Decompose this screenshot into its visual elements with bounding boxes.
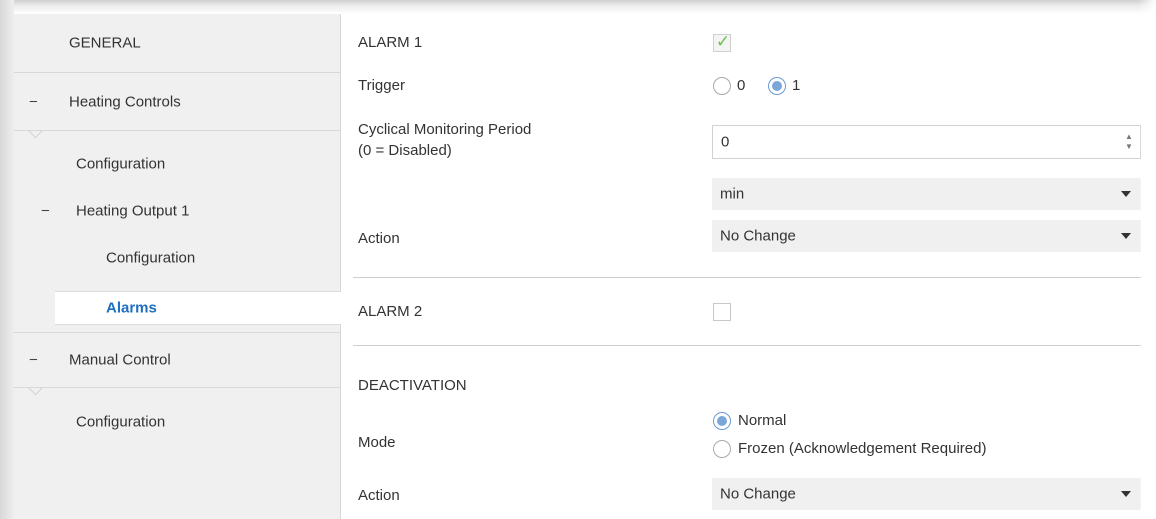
alarm2-label: ALARM 2 bbox=[358, 303, 423, 320]
sidebar: GENERAL − Heating Controls Configuration… bbox=[14, 14, 341, 519]
trigger-option-0-label: 0 bbox=[737, 77, 746, 94]
trigger-radio-1[interactable] bbox=[768, 77, 786, 95]
alarm1-action-select[interactable]: No Change bbox=[712, 220, 1141, 252]
alarm1-action-value: No Change bbox=[720, 227, 796, 245]
chevron-down-icon bbox=[1121, 191, 1131, 197]
trigger-radio-0[interactable] bbox=[713, 77, 731, 95]
deactivation-action-select[interactable]: No Change bbox=[712, 478, 1141, 510]
alarm1-label: ALARM 1 bbox=[358, 34, 423, 51]
collapse-icon[interactable]: − bbox=[29, 352, 38, 369]
chevron-down-icon bbox=[1121, 491, 1131, 497]
sidebar-item-alarms[interactable]: Alarms bbox=[55, 291, 341, 325]
mode-radio-normal[interactable] bbox=[713, 412, 731, 430]
sidebar-item-heating-controls-configuration[interactable]: Configuration bbox=[14, 138, 340, 190]
alarm1-action-label: Action bbox=[358, 230, 400, 247]
window-right-edge bbox=[1138, 0, 1156, 519]
sidebar-item-label: Configuration bbox=[106, 249, 196, 267]
chevron-down-icon bbox=[1121, 233, 1131, 239]
trigger-option-1-label: 1 bbox=[792, 77, 801, 94]
period-input[interactable]: 0 ▲ ▼ bbox=[712, 125, 1141, 159]
sidebar-item-label: Manual Control bbox=[69, 351, 171, 369]
sidebar-item-label: GENERAL bbox=[69, 34, 141, 52]
sidebar-item-general[interactable]: GENERAL bbox=[14, 14, 340, 72]
divider bbox=[14, 387, 340, 388]
checkmark-icon: ✓ bbox=[715, 32, 731, 51]
spinner-arrows-icon[interactable]: ▲ ▼ bbox=[1124, 132, 1134, 152]
collapse-icon[interactable]: − bbox=[41, 203, 50, 220]
window-left-edge bbox=[0, 0, 14, 519]
mode-label: Mode bbox=[358, 434, 396, 451]
collapse-icon[interactable]: − bbox=[29, 93, 38, 110]
period-label: Cyclical Monitoring Period bbox=[358, 121, 532, 138]
mode-radio-frozen[interactable] bbox=[713, 440, 731, 458]
alarm2-checkbox[interactable] bbox=[713, 303, 731, 321]
period-value: 0 bbox=[721, 133, 730, 151]
period-sublabel: (0 = Disabled) bbox=[358, 142, 452, 159]
period-unit-value: min bbox=[720, 185, 745, 203]
trigger-label: Trigger bbox=[358, 77, 405, 94]
alarm1-checkbox[interactable]: ✓ bbox=[713, 32, 731, 52]
deactivation-action-value: No Change bbox=[720, 485, 796, 503]
sidebar-item-label: Heating Output 1 bbox=[76, 202, 190, 220]
parameters-panel: ALARM 1 ✓ Trigger 0 1 Cyclical Monitorin… bbox=[341, 14, 1141, 519]
sidebar-item-label: Heating Controls bbox=[69, 93, 181, 110]
sidebar-item-heating-output-configuration[interactable]: Configuration bbox=[14, 232, 340, 284]
section-divider bbox=[353, 277, 1141, 278]
period-unit-select[interactable]: min bbox=[712, 178, 1141, 210]
parameter-window: GENERAL − Heating Controls Configuration… bbox=[0, 0, 1156, 519]
divider bbox=[14, 130, 340, 131]
deactivation-title: DEACTIVATION bbox=[358, 377, 467, 394]
section-divider bbox=[353, 345, 1141, 346]
sidebar-item-label: Configuration bbox=[76, 413, 166, 431]
window-top-shadow bbox=[0, 0, 1156, 14]
sidebar-item-label: Alarms bbox=[106, 299, 157, 317]
deactivation-action-label: Action bbox=[358, 487, 400, 504]
sidebar-item-heating-output-1[interactable]: − Heating Output 1 bbox=[14, 190, 340, 232]
sidebar-item-heating-controls[interactable]: − Heating Controls bbox=[14, 73, 340, 130]
sidebar-item-label: Configuration bbox=[76, 155, 166, 173]
sidebar-item-manual-control[interactable]: − Manual Control bbox=[14, 333, 340, 387]
mode-option-frozen-label: Frozen (Acknowledgement Required) bbox=[738, 440, 987, 457]
sidebar-item-manual-control-configuration[interactable]: Configuration bbox=[14, 394, 340, 450]
mode-option-normal-label: Normal bbox=[738, 412, 787, 429]
